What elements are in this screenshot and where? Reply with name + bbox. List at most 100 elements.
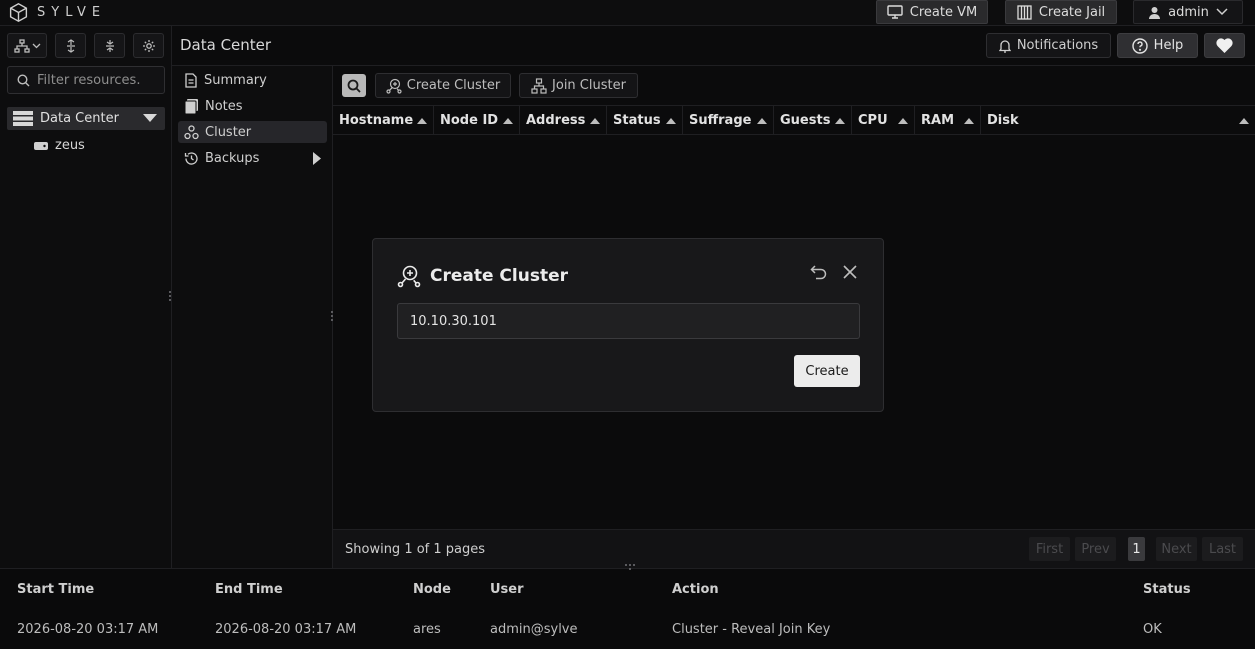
nav-item-cluster[interactable]: Cluster	[178, 121, 327, 143]
notes-icon	[184, 98, 199, 114]
help-button[interactable]: Help	[1117, 33, 1198, 58]
dialog-title: Create Cluster	[430, 266, 569, 286]
monitor-icon	[887, 5, 903, 19]
pagination-summary: Showing 1 of 1 pages	[345, 542, 486, 557]
tree-item-zeus[interactable]: zeus	[34, 138, 85, 153]
collapse-all-button[interactable]	[94, 33, 125, 58]
expand-all-button[interactable]	[55, 33, 86, 58]
sort-arrow-icon	[835, 117, 845, 124]
help-circle-icon	[1131, 37, 1148, 54]
user-name: admin	[1168, 4, 1209, 20]
create-vm-button[interactable]: Create VM	[876, 0, 988, 24]
history-icon	[184, 151, 199, 166]
brand: SYLVE	[8, 2, 106, 23]
column-header-cpu[interactable]: CPU	[852, 106, 915, 135]
nav-item-notes[interactable]: Notes	[178, 95, 327, 117]
first-page-button[interactable]: First	[1029, 537, 1070, 561]
create-cluster-label: Create Cluster	[406, 78, 501, 93]
column-label: Guests	[780, 113, 831, 128]
user-menu-button[interactable]: admin	[1133, 0, 1243, 24]
log-header-status: Status	[1143, 582, 1191, 597]
nav-item-backups[interactable]: Backups	[178, 147, 327, 169]
filter-resources-input[interactable]	[37, 72, 161, 88]
nav-item-label: Notes	[205, 98, 243, 114]
log-resize-handle[interactable]	[624, 563, 636, 571]
last-page-button[interactable]: Last	[1202, 537, 1243, 561]
join-cluster-button[interactable]: Join Cluster	[519, 73, 638, 98]
dialog-actions	[810, 265, 857, 280]
dialog-header: Create Cluster	[397, 264, 568, 288]
next-page-button[interactable]: Next	[1156, 537, 1197, 561]
column-header-status[interactable]: Status	[607, 106, 683, 135]
pagination-bar: Showing 1 of 1 pages First Prev 1 Next L…	[333, 529, 1255, 568]
cube-logo-icon	[8, 2, 29, 23]
cluster-icon	[184, 124, 199, 140]
reset-undo-icon[interactable]	[810, 265, 827, 280]
nav-item-label: Cluster	[205, 124, 252, 140]
sort-arrow-icon	[666, 117, 676, 124]
jail-bars-icon	[1017, 4, 1032, 20]
column-label: RAM	[921, 113, 955, 128]
cluster-ip-input[interactable]	[397, 303, 860, 339]
column-header-suffrage[interactable]: Suffrage	[683, 106, 774, 135]
caret-down-icon[interactable]	[143, 114, 157, 122]
collapse-arrows-icon	[104, 39, 116, 53]
log-cell-node: ares	[413, 622, 441, 637]
notifications-button[interactable]: Notifications	[986, 33, 1111, 58]
favorite-button[interactable]	[1204, 33, 1245, 58]
document-icon	[184, 72, 198, 88]
expand-arrows-icon	[65, 38, 77, 53]
bell-icon	[998, 39, 1011, 53]
column-label: Disk	[987, 113, 1019, 128]
filter-box	[7, 66, 165, 94]
network-icon	[531, 77, 547, 94]
sort-arrow-icon	[757, 117, 767, 124]
cluster-add-icon	[397, 264, 421, 288]
create-vm-label: Create VM	[909, 4, 978, 20]
log-header-end-time: End Time	[215, 582, 283, 597]
sort-arrow-icon	[1239, 117, 1249, 124]
search-icon	[17, 73, 30, 87]
log-cell-start-time: 2026-08-20 03:17 AM	[17, 622, 159, 637]
nav-item-summary[interactable]: Summary	[178, 69, 327, 91]
hierarchy-icon	[13, 38, 30, 53]
page-title: Data Center	[180, 36, 272, 54]
column-header-guests[interactable]: Guests	[774, 106, 852, 135]
create-button[interactable]: Create	[794, 355, 860, 387]
column-label: Address	[526, 113, 586, 128]
gear-icon	[142, 39, 156, 53]
task-log-panel: Start Time End Time Node User Action Sta…	[0, 564, 1255, 649]
column-header-disk[interactable]: Disk	[981, 106, 1255, 135]
log-header-user: User	[490, 582, 524, 597]
column-header-address[interactable]: Address	[520, 106, 607, 135]
search-button[interactable]	[342, 74, 366, 97]
column-label: Status	[613, 113, 661, 128]
create-cluster-button[interactable]: Create Cluster	[375, 73, 511, 98]
current-page-button[interactable]: 1	[1128, 537, 1145, 561]
view-switcher-button[interactable]	[7, 33, 47, 58]
nav-item-label: Summary	[204, 72, 267, 88]
cluster-toolbar: Create Cluster Join Cluster	[333, 66, 1255, 106]
column-label: Suffrage	[689, 113, 752, 128]
create-cluster-dialog: Create Cluster Create	[372, 238, 884, 412]
help-label: Help	[1153, 38, 1184, 53]
create-jail-button[interactable]: Create Jail	[1005, 0, 1117, 24]
close-icon[interactable]	[843, 265, 857, 280]
prev-page-button[interactable]: Prev	[1075, 537, 1116, 561]
log-cell-user: admin@sylve	[490, 622, 578, 637]
brand-name: SYLVE	[37, 5, 107, 20]
log-cell-status: OK	[1143, 622, 1162, 637]
caret-right-icon	[313, 152, 321, 165]
sort-arrow-icon	[898, 117, 908, 124]
log-header-node: Node	[413, 582, 451, 597]
tree-item-data-center[interactable]: Data Center	[7, 107, 165, 130]
create-jail-label: Create Jail	[1038, 4, 1106, 20]
tree-root-label: Data Center	[40, 111, 119, 126]
settings-button[interactable]	[133, 33, 164, 58]
column-header-ram[interactable]: RAM	[915, 106, 981, 135]
nav-item-label: Backups	[205, 150, 260, 166]
column-header-hostname[interactable]: Hostname	[333, 106, 434, 135]
log-cell-end-time: 2026-08-20 03:17 AM	[215, 622, 357, 637]
column-header-node-id[interactable]: Node ID	[434, 106, 520, 135]
sort-arrow-icon	[964, 117, 974, 124]
